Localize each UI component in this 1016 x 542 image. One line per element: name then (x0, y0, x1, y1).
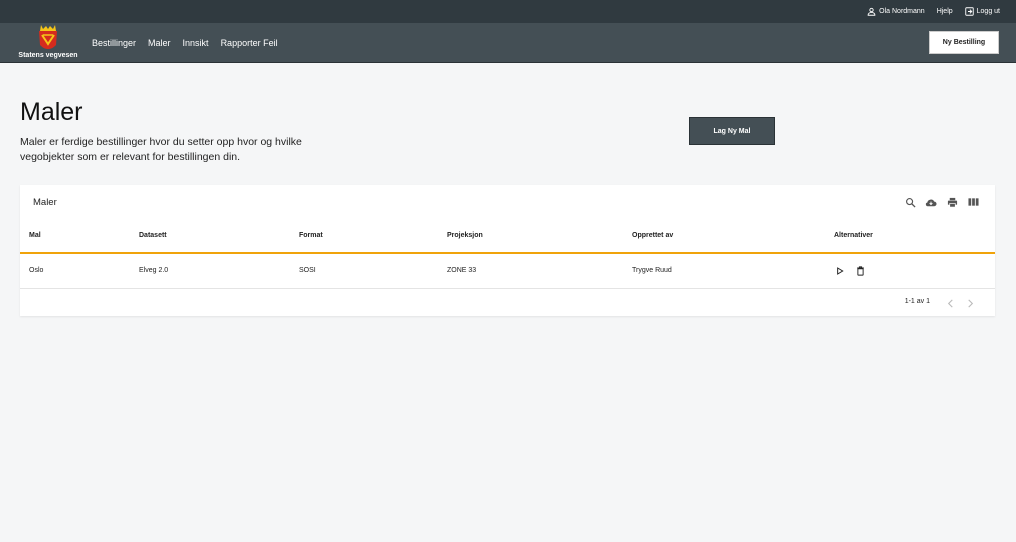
cell-projeksjon: ZONE 33 (447, 267, 477, 274)
page-description: Maler er ferdige bestillinger hvor du se… (20, 136, 302, 163)
help-link[interactable]: Hjelp (937, 8, 953, 15)
user-name: Ola Nordmann (879, 8, 925, 15)
column-header-projeksjon[interactable]: Projeksjon (447, 232, 483, 239)
cell-opprettet-av: Trygve Ruud (632, 267, 672, 274)
pagination: 1-1 av 1 (20, 289, 995, 316)
print-icon[interactable] (946, 196, 958, 208)
chevron-right-icon[interactable] (965, 298, 975, 308)
table-title: Maler (33, 197, 57, 208)
table-row[interactable]: Oslo Elveg 2.0 SOSI ZONE 33 Trygve Ruud (20, 256, 995, 289)
nav-item-maler[interactable]: Maler (148, 38, 171, 48)
pagination-info: 1-1 av 1 (904, 298, 930, 305)
logout-label: Logg ut (976, 8, 1000, 15)
columns-icon[interactable] (967, 196, 979, 208)
table-toolbar (904, 196, 979, 208)
cell-format: SOSI (299, 267, 316, 274)
column-header-opprettet-av[interactable]: Opprettet av (632, 232, 673, 239)
new-order-button[interactable]: Ny Bestilling (929, 31, 999, 54)
column-header-mal[interactable]: Mal (29, 232, 41, 239)
table-header: Mal Datasett Format Projeksjon Opprettet… (20, 223, 995, 254)
main-navbar: Statens vegvesen Bestillinger Maler Inns… (0, 23, 1016, 63)
logo[interactable]: Statens vegvesen (15, 25, 81, 61)
chevron-left-icon[interactable] (945, 298, 955, 308)
play-icon[interactable] (835, 265, 845, 277)
help-label: Hjelp (936, 8, 953, 15)
user-links: Ola Nordmann Hjelp Logg ut (867, 0, 1000, 23)
crest-icon (39, 25, 57, 49)
logout-icon (964, 7, 974, 16)
user-profile-link[interactable]: Ola Nordmann (867, 7, 925, 16)
templates-table-card: Maler Mal Datasett Format Projeksjon Opp… (20, 185, 995, 316)
column-header-alternativer: Alternativer (834, 232, 873, 239)
nav-item-rapporter-feil[interactable]: Rapporter Feil (221, 38, 278, 48)
search-icon[interactable] (904, 196, 916, 208)
person-icon (867, 7, 876, 16)
nav-item-bestillinger[interactable]: Bestillinger (92, 38, 136, 48)
logo-text: Statens vegvesen (18, 52, 78, 59)
cloud-download-icon[interactable] (925, 196, 937, 208)
delete-icon[interactable] (855, 265, 865, 277)
cell-datasett: Elveg 2.0 (139, 267, 169, 274)
column-header-format[interactable]: Format (299, 232, 323, 239)
nav-menu: Bestillinger Maler Innsikt Rapporter Fei… (92, 23, 278, 63)
top-utility-bar: Ola Nordmann Hjelp Logg ut (0, 0, 1016, 23)
page-title: Maler (20, 98, 83, 126)
logout-link[interactable]: Logg ut (964, 7, 1000, 16)
column-header-datasett[interactable]: Datasett (139, 232, 167, 239)
create-template-button[interactable]: Lag Ny Mal (689, 117, 775, 145)
cell-mal: Oslo (29, 267, 44, 274)
nav-item-innsikt[interactable]: Innsikt (183, 38, 209, 48)
